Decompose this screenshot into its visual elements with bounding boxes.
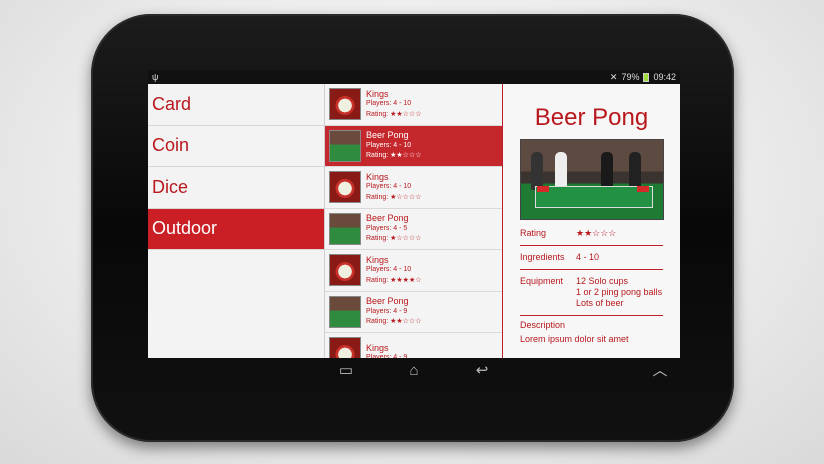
rating-row: Rating ★★☆☆☆ xyxy=(520,222,663,246)
ingredients-row: Ingredients 4 - 10 xyxy=(520,246,663,270)
game-detail: Beer Pong Rating ★★☆☆☆ Ingredients 4 - 1… xyxy=(503,84,680,358)
game-thumbnail xyxy=(329,212,361,245)
clock: 09:42 xyxy=(653,72,676,82)
game-photo xyxy=(520,139,664,220)
game-rating: Rating: ★☆☆☆☆ xyxy=(366,193,422,201)
signal-text: 79% xyxy=(621,72,640,82)
rating-label: Rating xyxy=(520,228,547,238)
game-list-item[interactable]: Beer Pong Players: 4 - 10 Rating: ★★☆☆☆ xyxy=(325,125,502,167)
game-thumbnail xyxy=(329,254,361,287)
equipment-line: 1 or 2 ping pong balls xyxy=(576,287,663,297)
game-list-item[interactable]: Kings Players: 4 - 10 Rating: ★★☆☆☆ xyxy=(325,84,502,126)
rating-value: ★★☆☆☆ xyxy=(576,228,617,238)
equipment-label: Equipment xyxy=(520,276,564,286)
game-text: Kings Players: 4 - 10 Rating: ★☆☆☆☆ xyxy=(366,172,422,204)
game-players: Players: 4 - 10 xyxy=(366,183,412,190)
game-name: Beer Pong xyxy=(366,213,409,223)
game-name: Kings xyxy=(366,254,389,265)
game-list-item[interactable]: Kings Players: 4 - 10 Rating: ★★★★☆ xyxy=(325,250,502,292)
game-thumbnail xyxy=(329,171,361,204)
game-players: Players: 4 - 10 xyxy=(366,266,412,273)
ingredients-value: 4 - 10 xyxy=(576,252,600,262)
game-thumbnail xyxy=(329,88,361,121)
battery-icon xyxy=(643,72,650,82)
game-players: Players: 4 - 10 xyxy=(366,141,412,149)
mute-icon: ✕ xyxy=(609,71,618,82)
game-thumbnail xyxy=(329,295,361,328)
game-players: Players: 4 - 5 xyxy=(366,224,408,232)
status-bar: ψ ✕ 79% 09:42 xyxy=(148,70,680,84)
game-list-item[interactable]: Beer Pong Players: 4 - 9 Rating: ★★☆☆☆ xyxy=(325,292,502,333)
game-rating: Rating: ★☆☆☆☆ xyxy=(366,235,422,242)
back-icon[interactable]: ↩ xyxy=(470,362,494,380)
game-rating: Rating: ★★☆☆☆ xyxy=(366,318,422,325)
game-players: Players: 4 - 9 xyxy=(366,307,408,315)
category-item-coin[interactable]: Coin xyxy=(148,126,324,167)
game-text: Beer Pong Players: 4 - 10 Rating: ★★☆☆☆ xyxy=(366,130,422,162)
game-text: Beer Pong Players: 4 - 5 Rating: ★☆☆☆☆ xyxy=(366,213,422,245)
game-name: Kings xyxy=(366,88,389,99)
game-players: Players: 4 - 10 xyxy=(366,100,412,107)
game-list-item[interactable]: Kings Players: 4 - 9 xyxy=(325,333,502,358)
game-name: Kings xyxy=(366,342,389,353)
game-thumbnail xyxy=(329,337,361,358)
recent-apps-icon[interactable]: ▭ xyxy=(334,362,358,380)
equipment-row: Equipment 12 Solo cups 1 or 2 ping pong … xyxy=(520,270,663,316)
description-text: Lorem ipsum dolor sit amet xyxy=(520,334,629,344)
game-rating: Rating: ★★★★☆ xyxy=(366,276,422,284)
ingredients-label: Ingredients xyxy=(520,252,565,262)
game-text: Kings Players: 4 - 9 xyxy=(366,343,407,358)
system-nav-bar: ▭ ⌂ ↩ ︿ xyxy=(148,358,680,384)
game-text: Kings Players: 4 - 10 Rating: ★★★★☆ xyxy=(366,255,422,287)
category-item-dice[interactable]: Dice xyxy=(148,167,324,209)
equipment-line: 12 Solo cups xyxy=(576,276,629,286)
app-screen: ψ ✕ 79% 09:42 Card Coin Dice Outdoor Kings P… xyxy=(148,70,680,358)
game-rating: Rating: ★★☆☆☆ xyxy=(366,152,422,159)
game-rating: Rating: ★★☆☆☆ xyxy=(366,110,422,118)
category-item-outdoor[interactable]: Outdoor xyxy=(148,208,324,250)
game-list: Kings Players: 4 - 10 Rating: ★★☆☆☆ Beer Po… xyxy=(325,84,503,358)
category-item-card[interactable]: Card xyxy=(148,84,324,126)
game-text: Kings Players: 4 - 10 Rating: ★★☆☆☆ xyxy=(366,89,422,121)
equipment-value: 12 Solo cups 1 or 2 ping pong balls Lots… xyxy=(576,276,662,309)
category-list: Card Coin Dice Outdoor xyxy=(148,84,325,358)
game-list-item[interactable]: Kings Players: 4 - 10 Rating: ★☆☆☆☆ xyxy=(325,167,502,209)
game-name: Beer Pong xyxy=(366,296,409,306)
game-name: Kings xyxy=(366,171,389,182)
game-list-item[interactable]: Beer Pong Players: 4 - 5 Rating: ★☆☆☆☆ xyxy=(325,209,502,250)
detail-title: Beer Pong xyxy=(534,104,649,131)
game-name: Beer Pong xyxy=(366,130,409,140)
home-icon[interactable]: ⌂ xyxy=(402,362,426,380)
menu-up-icon[interactable]: ︿ xyxy=(648,362,672,380)
game-thumbnail xyxy=(329,129,361,162)
game-text: Beer Pong Players: 4 - 9 Rating: ★★☆☆☆ xyxy=(366,296,422,328)
description-label: Description xyxy=(520,320,566,330)
usb-icon: ψ xyxy=(152,72,159,82)
equipment-line: Lots of beer xyxy=(576,298,624,308)
